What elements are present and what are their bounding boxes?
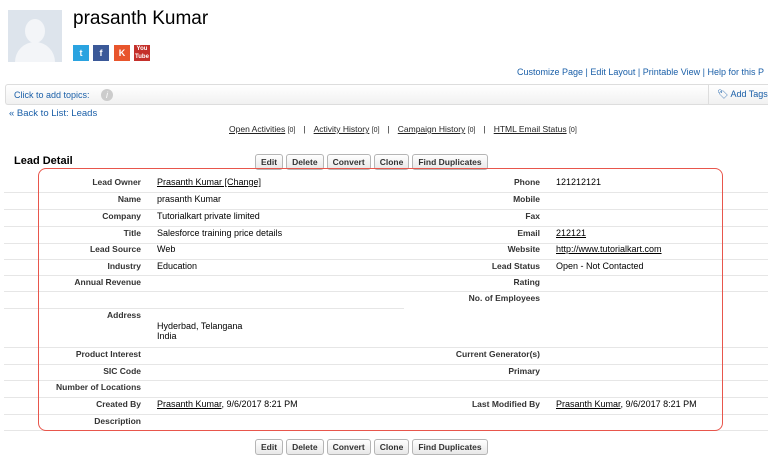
add-tags-button[interactable]: 🏷 Add Tags [708,85,768,104]
youtube-icon[interactable]: You Tube [134,45,150,61]
separator: | [387,124,390,134]
page-title: prasanth Kumar [73,8,209,29]
add-topics-link[interactable]: Click to add topics: [14,90,90,100]
avatar [8,10,62,62]
related-count: [0] [287,127,296,134]
edit-button[interactable]: Edit [255,439,284,455]
convert-button[interactable]: Convert [326,439,371,455]
add-tags-label: Add Tags [730,89,768,99]
related-count: [0] [568,127,577,134]
related-count: [0] [467,127,476,134]
tag-icon: 🏷 [717,89,731,99]
related-link[interactable]: Activity History [314,124,370,134]
related-link[interactable]: Campaign History [398,124,466,134]
facebook-icon[interactable]: f [93,45,109,61]
separator: | [303,124,306,134]
topics-bar: Click to add topics: i 🏷 Add Tags [5,84,768,105]
page-links: Customize Page | Edit Layout | Printable… [516,67,764,77]
customize-page-link[interactable]: Customize Page [517,67,583,77]
separator: | [483,124,486,134]
related-list-links: Open Activities [0] | Activity History [0]… [229,124,577,134]
clone-button[interactable]: Clone [373,439,410,455]
info-icon[interactable]: i [101,89,113,101]
twitter-icon[interactable]: t [73,45,89,61]
related-count: [0] [371,127,380,134]
section-title: Lead Detail [14,155,73,167]
bottom-button-bar: Edit Delete Convert Clone Find Duplicates [255,439,488,455]
back-to-list-link[interactable]: « Back to List: Leads [9,108,97,119]
help-link[interactable]: Help for this P [707,67,764,77]
delete-button[interactable]: Delete [286,439,324,455]
highlight-box [38,168,723,431]
printable-view-link[interactable]: Printable View [643,67,700,77]
edit-layout-link[interactable]: Edit Layout [590,67,635,77]
related-link[interactable]: Open Activities [229,124,285,134]
klout-icon[interactable]: K [114,45,130,61]
find-duplicates-button[interactable]: Find Duplicates [412,439,488,455]
related-link[interactable]: HTML Email Status [494,124,567,134]
